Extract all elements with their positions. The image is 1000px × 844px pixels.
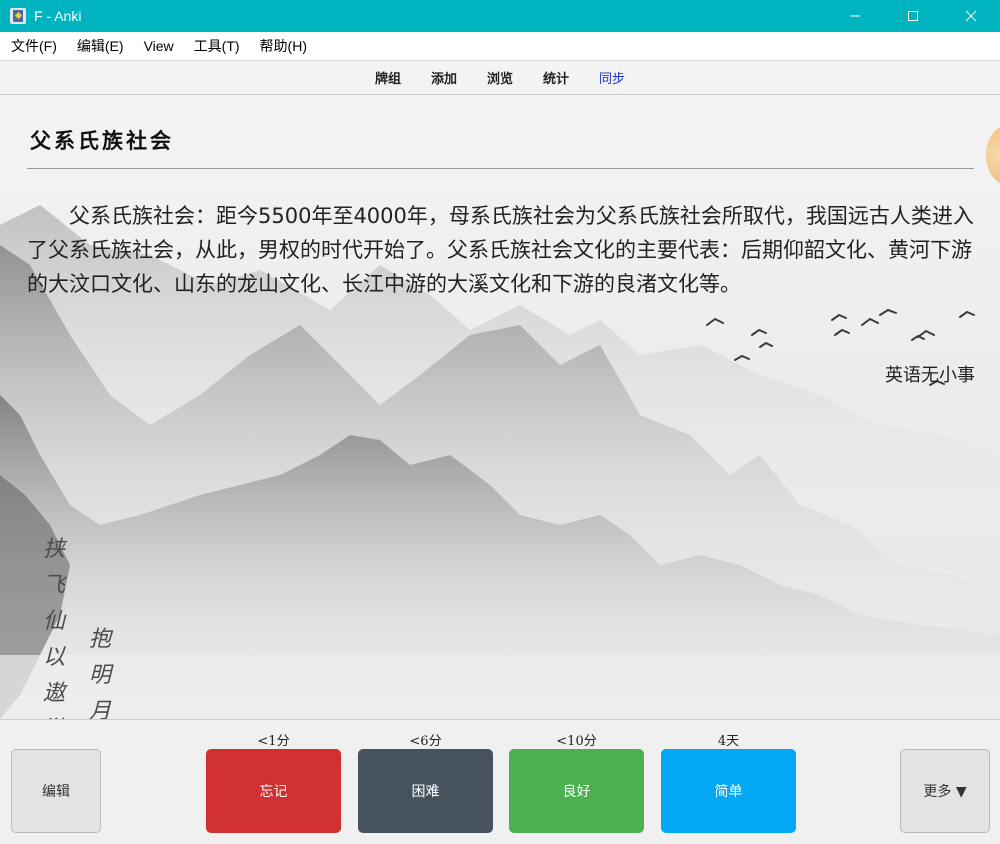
menu-view[interactable]: View bbox=[139, 32, 179, 60]
again-interval: <1分 bbox=[257, 734, 290, 749]
good-button[interactable]: 良好 bbox=[509, 749, 644, 833]
window-controls bbox=[826, 0, 1000, 32]
maximize-button[interactable] bbox=[884, 0, 942, 32]
poem-left-column: 抱明月 bbox=[88, 627, 111, 719]
browse-link[interactable]: 浏览 bbox=[487, 68, 513, 87]
edit-button[interactable]: 编辑 bbox=[11, 749, 101, 833]
easy-button[interactable]: 简单 bbox=[661, 749, 796, 833]
close-icon bbox=[965, 10, 977, 22]
window-title: F - Anki bbox=[34, 8, 82, 24]
card-body-text: 父系氏族社会：距今5500年至4000年，母系氏族社会为父系氏族社会所取代，我国… bbox=[27, 204, 974, 296]
close-button[interactable] bbox=[942, 0, 1000, 32]
poem-right-column: 挟飞仙以遨游 bbox=[42, 537, 65, 719]
minimize-icon bbox=[850, 15, 860, 17]
decks-link[interactable]: 牌组 bbox=[375, 68, 401, 87]
answer-bar: 编辑 <1分 忘记 <6分 困难 <10分 良好 4天 简单 更多 ▼ bbox=[0, 719, 1000, 844]
stats-link[interactable]: 统计 bbox=[543, 68, 569, 87]
card-view: 父系氏族社会 父系氏族社会：距今5500年至4000年，母系氏族社会为父系氏族社… bbox=[0, 95, 1000, 719]
menu-help[interactable]: 帮助(H) bbox=[255, 32, 312, 60]
good-interval: <10分 bbox=[556, 734, 597, 749]
title-divider bbox=[27, 168, 974, 169]
sync-link[interactable]: 同步 bbox=[599, 68, 625, 87]
hard-interval: <6分 bbox=[409, 734, 442, 749]
menubar: 文件(F) 编辑(E) View 工具(T) 帮助(H) bbox=[0, 32, 1000, 60]
add-link[interactable]: 添加 bbox=[431, 68, 457, 87]
menu-file[interactable]: 文件(F) bbox=[6, 32, 62, 60]
maximize-icon bbox=[908, 11, 918, 21]
card-title: 父系氏族社会 bbox=[30, 128, 174, 153]
menu-tools[interactable]: 工具(T) bbox=[189, 32, 245, 60]
ink-landscape-background bbox=[0, 205, 1000, 719]
more-button[interactable]: 更多 ▼ bbox=[900, 749, 990, 833]
main-toolbar: 牌组 添加 浏览 统计 同步 bbox=[0, 60, 1000, 95]
easy-interval: 4天 bbox=[717, 734, 740, 749]
menu-edit[interactable]: 编辑(E) bbox=[72, 32, 129, 60]
window-titlebar: F - Anki bbox=[0, 0, 1000, 32]
anki-icon bbox=[10, 8, 26, 24]
again-button[interactable]: 忘记 bbox=[206, 749, 341, 833]
hard-button[interactable]: 困难 bbox=[358, 749, 493, 833]
minimize-button[interactable] bbox=[826, 0, 884, 32]
card-source: 英语无小事 bbox=[885, 365, 975, 386]
